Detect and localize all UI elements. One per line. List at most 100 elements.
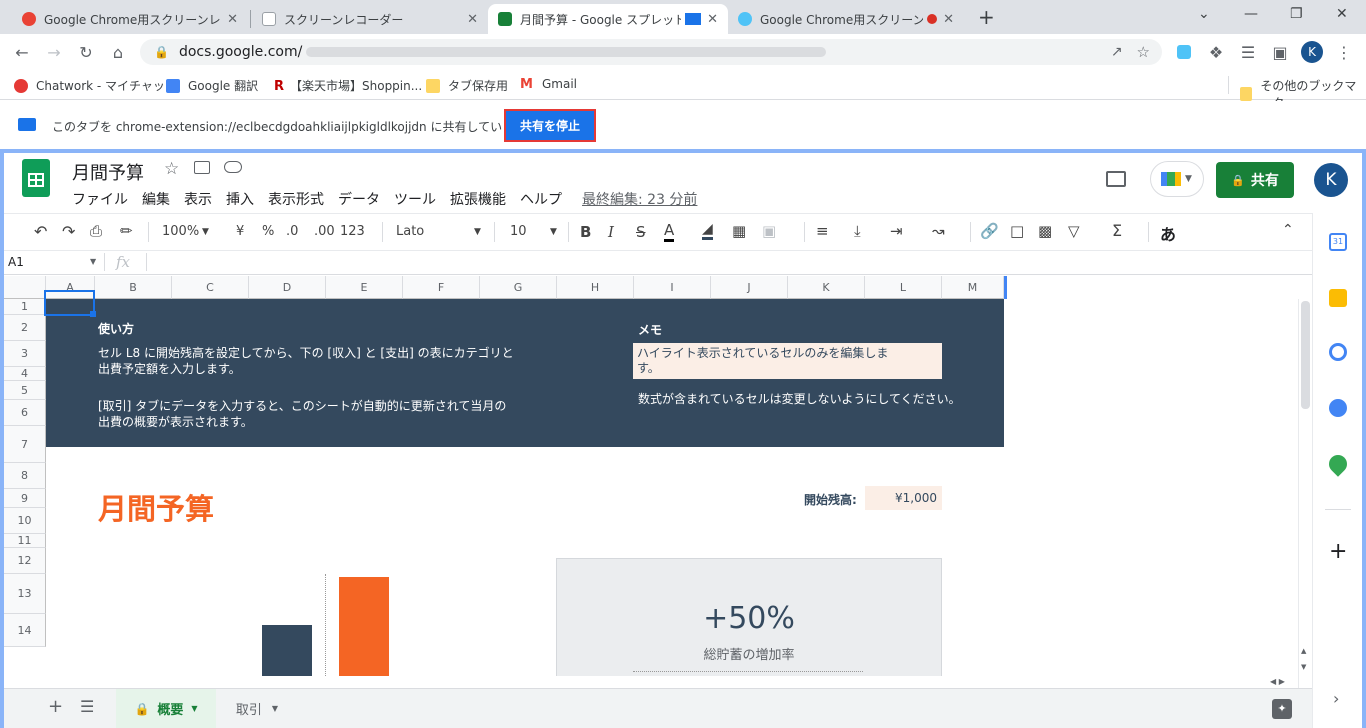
last-edit-link[interactable]: 最終編集: 23 分前 [582, 189, 697, 209]
bookmark-gmail[interactable]: M Gmail [520, 77, 577, 92]
borders-icon[interactable]: ▦ [732, 222, 746, 240]
browser-tab-3-active[interactable]: 月間予算 - Google スプレッドシ ✕ [488, 4, 728, 34]
get-addons-icon[interactable]: + [1329, 539, 1347, 564]
explore-icon[interactable]: ✦ [1272, 699, 1292, 719]
extensions-puzzle-icon[interactable]: ❖ [1204, 40, 1228, 64]
spreadsheet-grid[interactable]: ABCDEFGHIJKLM 1 2 3 4 5 6 7 8 9 10 11 12 13 14 使い方 セル… [4, 276, 1298, 676]
new-tab-button[interactable]: + [978, 5, 995, 29]
row-header-1[interactable]: 1 [4, 299, 46, 315]
bookmark-folder-tabs[interactable]: タブ保存用 [426, 77, 508, 94]
percent-format-button[interactable]: % [262, 224, 274, 239]
formula-input[interactable] [154, 251, 1304, 273]
maps-icon[interactable] [1325, 451, 1351, 477]
currency-format-button[interactable]: ¥ [236, 224, 244, 239]
add-sheet-icon[interactable]: + [48, 696, 63, 717]
font-size-select[interactable]: 10 [510, 224, 527, 239]
font-dropdown-icon[interactable]: ▼ [474, 227, 481, 237]
move-folder-icon[interactable] [194, 161, 210, 174]
share-page-icon[interactable]: ↗ [1111, 44, 1123, 60]
insert-comment-icon[interactable]: □ [1010, 222, 1024, 240]
decrease-decimal-button[interactable]: .0 [286, 224, 298, 239]
row-header-10[interactable]: 10 [4, 508, 46, 534]
scroll-thumb[interactable] [1301, 301, 1310, 409]
bookmark-google-translate[interactable]: Google 翻訳 [166, 77, 258, 94]
menu-edit[interactable]: 編集 [142, 189, 170, 209]
comments-icon[interactable] [1106, 171, 1126, 187]
column-header-h[interactable]: H [557, 276, 634, 299]
row-header-3[interactable]: 3 [4, 341, 46, 367]
menu-view[interactable]: 表示 [184, 189, 212, 209]
paint-format-icon[interactable]: ✏ [120, 222, 133, 240]
forward-icon[interactable]: → [42, 40, 66, 64]
bold-button[interactable]: B [580, 223, 591, 241]
zoom-dropdown-icon[interactable]: ▼ [202, 227, 209, 237]
strikethrough-button[interactable]: S [636, 223, 646, 241]
zoom-select[interactable]: 100% [162, 224, 199, 239]
undo-icon[interactable]: ↶ [34, 222, 47, 241]
row-header-6[interactable]: 6 [4, 400, 46, 426]
tab-close-icon[interactable]: ✕ [707, 12, 718, 27]
calendar-icon[interactable]: 31 [1329, 233, 1347, 251]
frozen-column-handle[interactable] [1004, 276, 1007, 299]
column-header-b[interactable]: B [95, 276, 172, 299]
memo-highlight-cell[interactable]: ハイライト表示されているセルのみを編集しま す。 [633, 343, 942, 379]
text-rotation-icon[interactable]: ↝ [932, 222, 945, 240]
row-header-9[interactable]: 9 [4, 489, 46, 508]
menu-file[interactable]: ファイル [72, 189, 128, 209]
menu-tools[interactable]: ツール [394, 189, 436, 209]
row-header-11[interactable]: 11 [4, 534, 46, 548]
tab-close-icon[interactable]: ✕ [467, 12, 478, 27]
row-header-13[interactable]: 13 [4, 574, 46, 614]
profile-avatar[interactable]: K [1300, 40, 1324, 64]
expand-panel-icon[interactable]: › [1333, 689, 1339, 708]
more-formats-button[interactable]: 123 [340, 224, 365, 239]
stop-sharing-button[interactable]: 共有を停止 [504, 109, 596, 142]
fill-color-icon[interactable]: ◢ [702, 221, 713, 240]
user-avatar[interactable]: K [1314, 163, 1348, 197]
redo-icon[interactable]: ↷ [62, 222, 75, 241]
sheet-tab-transactions[interactable]: 取引 ▼ [222, 689, 292, 728]
filter-icon[interactable]: ▽ [1068, 222, 1080, 240]
column-header-g[interactable]: G [480, 276, 557, 299]
tasks-icon[interactable] [1329, 343, 1347, 361]
menu-extensions[interactable]: 拡張機能 [450, 189, 506, 209]
extension-recorder-icon[interactable] [1172, 40, 1196, 64]
restore-button[interactable]: ❐ [1290, 6, 1303, 22]
address-bar[interactable]: 🔒 docs.google.com/ ↗ ☆ [140, 39, 1162, 65]
column-header-d[interactable]: D [249, 276, 326, 299]
tab-close-icon[interactable]: ✕ [943, 12, 954, 27]
row-header-2[interactable]: 2 [4, 315, 46, 341]
collapse-toolbar-icon[interactable]: ⌃ [1282, 222, 1294, 238]
tab-close-icon[interactable]: ✕ [227, 12, 238, 27]
media-controls-icon[interactable]: ☰ [1236, 40, 1260, 64]
browser-tab-4[interactable]: Google Chrome用スクリーンレコ ✕ [728, 4, 964, 34]
browser-tab-2[interactable]: スクリーンレコーダー ✕ [252, 4, 488, 34]
text-wrap-icon[interactable]: ⇥ [890, 222, 903, 240]
browser-tab-1[interactable]: Google Chrome用スクリーンレコーダ ✕ [12, 4, 248, 34]
select-all-corner[interactable] [4, 276, 46, 299]
print-icon[interactable]: ⎙ [90, 222, 102, 240]
name-box[interactable]: A1 [8, 255, 24, 269]
menu-format[interactable]: 表示形式 [268, 189, 324, 209]
column-header-c[interactable]: C [172, 276, 249, 299]
column-header-e[interactable]: E [326, 276, 403, 299]
close-window-button[interactable]: ✕ [1336, 6, 1348, 22]
input-tools-button[interactable]: あ [1160, 221, 1176, 245]
menu-insert[interactable]: 挿入 [226, 189, 254, 209]
document-title[interactable]: 月間予算 [72, 159, 144, 185]
insert-link-icon[interactable]: 🔗 [980, 222, 999, 240]
row-header-14[interactable]: 14 [4, 614, 46, 647]
column-header-i[interactable]: I [634, 276, 711, 299]
meet-button[interactable]: ▼ [1150, 161, 1204, 197]
row-header-12[interactable]: 12 [4, 548, 46, 574]
home-icon[interactable]: ⌂ [106, 40, 130, 64]
functions-icon[interactable]: Σ [1112, 221, 1122, 240]
sheet-tab-overview[interactable]: 🔒 概要 ▼ [116, 689, 216, 728]
name-box-dropdown-icon[interactable]: ▼ [90, 257, 96, 266]
share-button[interactable]: 🔒 共有 [1216, 162, 1294, 198]
sheet-tab-dropdown-icon[interactable]: ▼ [272, 704, 278, 713]
tab-search-button[interactable]: ⌄ [1198, 6, 1210, 22]
start-balance-value-cell[interactable]: ¥1,000 [865, 486, 942, 510]
insert-chart-icon[interactable]: ▩ [1038, 222, 1052, 240]
reload-icon[interactable]: ↻ [74, 40, 98, 64]
